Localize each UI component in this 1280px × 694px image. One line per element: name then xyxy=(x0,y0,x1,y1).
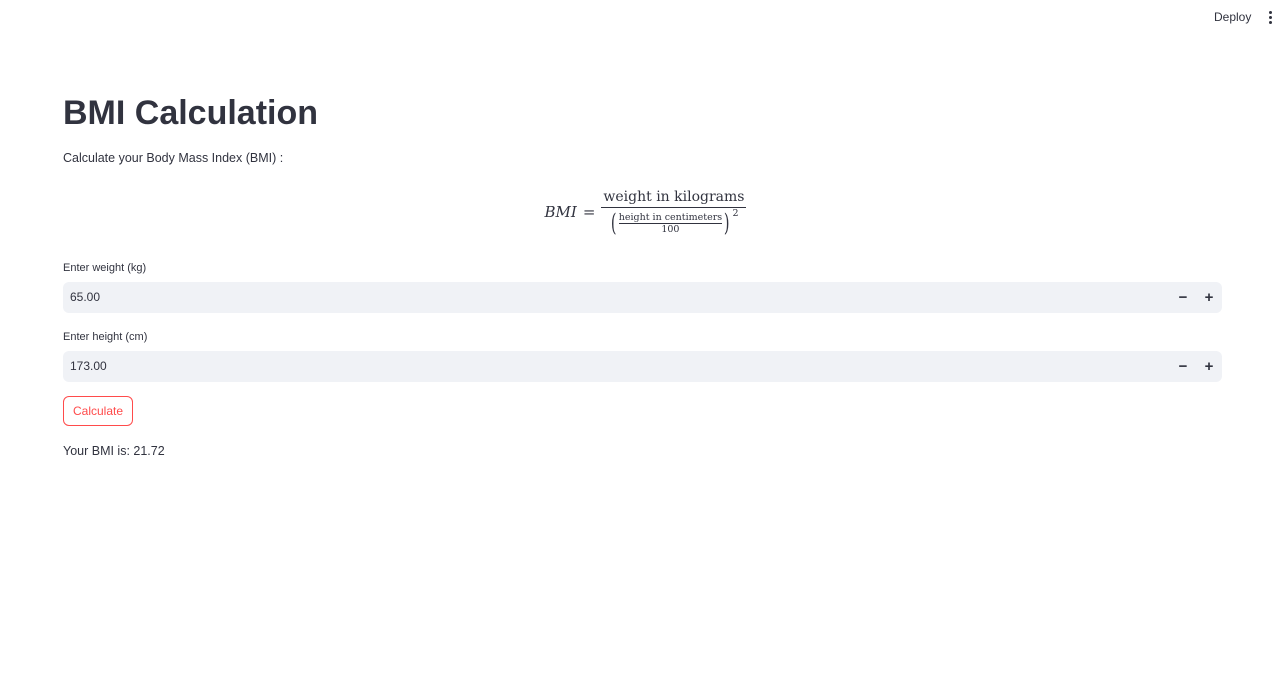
inner-fraction: height in centimeters 100 xyxy=(618,211,723,235)
formula-denominator: ( height in centimeters 100 ) 2 xyxy=(609,207,739,237)
weight-number-input: 65.00 − + xyxy=(63,282,1222,313)
formula-equals: = xyxy=(582,203,596,221)
inner-numerator: height in centimeters xyxy=(618,211,723,223)
weight-decrement-button[interactable]: − xyxy=(1170,282,1196,313)
kebab-menu-icon[interactable] xyxy=(1262,8,1278,26)
weight-increment-button[interactable]: + xyxy=(1196,282,1222,313)
left-paren: ( xyxy=(611,209,617,237)
height-increment-button[interactable]: + xyxy=(1196,351,1222,382)
calculate-button[interactable]: Calculate xyxy=(63,396,133,426)
weight-label: Enter weight (kg) xyxy=(63,262,147,274)
weight-input[interactable]: 65.00 xyxy=(63,282,1170,313)
height-input[interactable]: 173.00 xyxy=(63,351,1170,382)
formula-lhs: BMI xyxy=(544,203,577,221)
bmi-formula: BMI = weight in kilograms ( height in ce… xyxy=(63,188,1222,236)
formula-fraction: weight in kilograms ( height in centimet… xyxy=(601,188,747,237)
deploy-button[interactable]: Deploy xyxy=(1206,8,1259,26)
bmi-result: Your BMI is: 21.72 xyxy=(63,444,165,458)
formula-exponent: 2 xyxy=(732,207,739,219)
height-label: Enter height (cm) xyxy=(63,331,148,343)
top-toolbar: Deploy xyxy=(0,0,1280,34)
page-subtitle: Calculate your Body Mass Index (BMI) : xyxy=(63,151,284,165)
formula-numerator: weight in kilograms xyxy=(603,189,745,205)
height-number-input: 173.00 − + xyxy=(63,351,1222,382)
page-title: BMI Calculation xyxy=(63,94,319,132)
right-paren: ) xyxy=(724,209,730,237)
height-decrement-button[interactable]: − xyxy=(1170,351,1196,382)
inner-denominator: 100 xyxy=(661,223,680,235)
